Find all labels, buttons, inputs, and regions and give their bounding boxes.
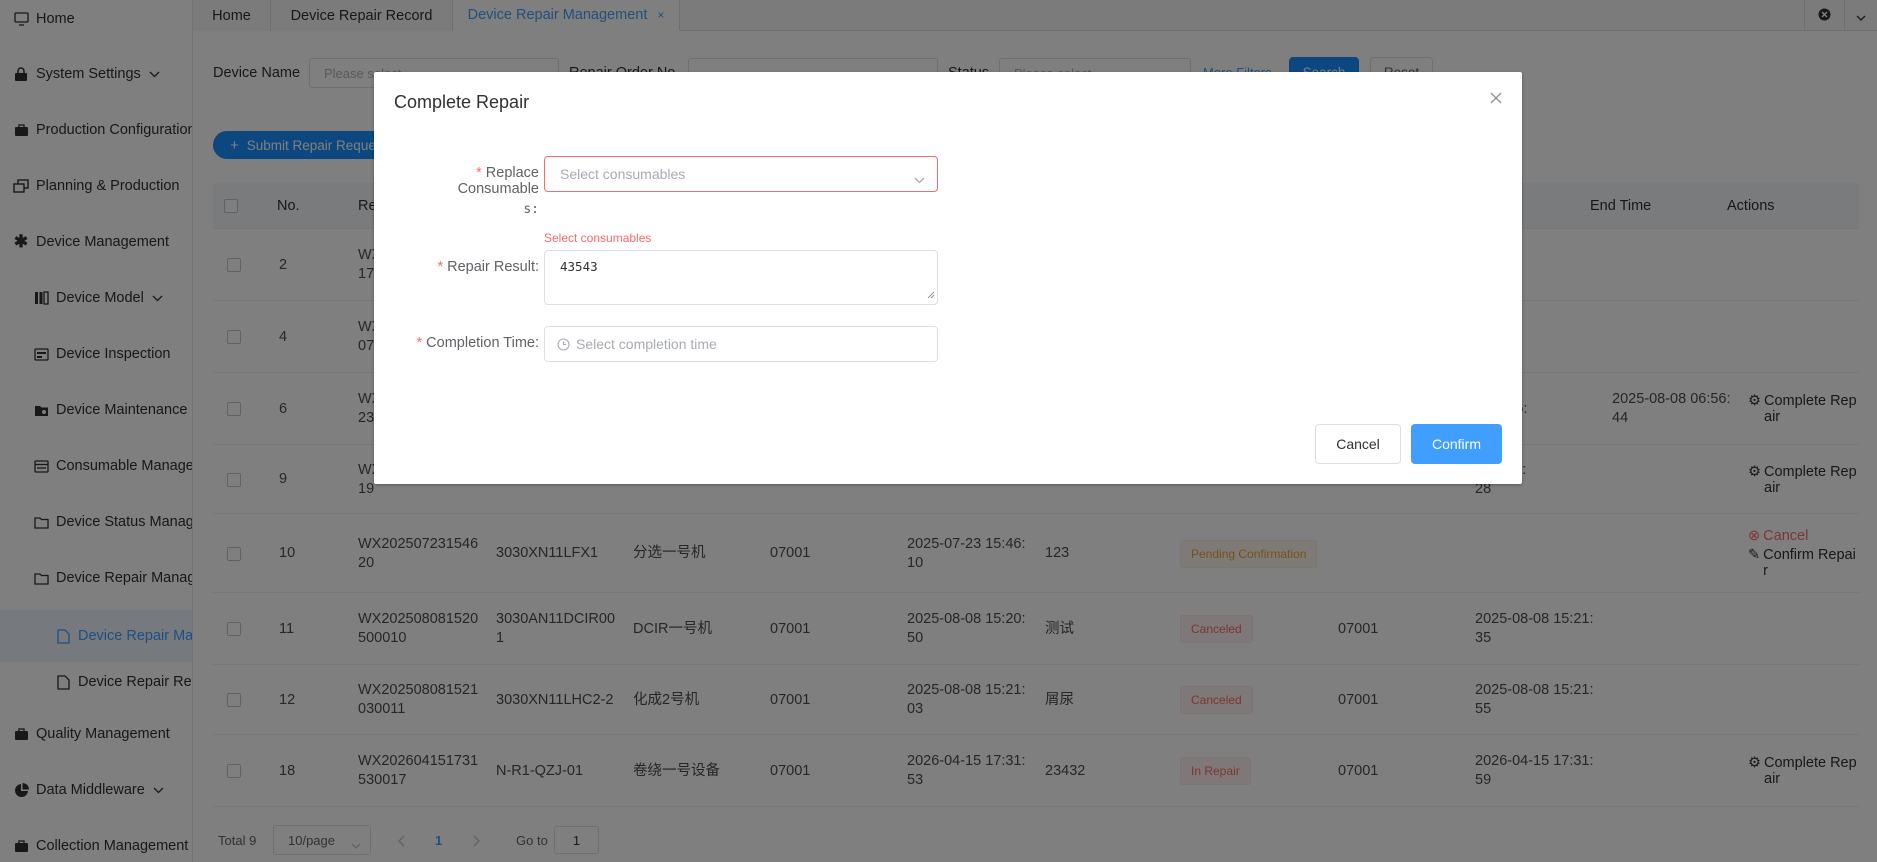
cancel-button[interactable]: Cancel	[1315, 424, 1401, 464]
consumables-select[interactable]: Select consumables	[544, 156, 938, 192]
confirm-button[interactable]: Confirm	[1411, 424, 1502, 464]
consumables-label: * Replace Consumable	[457, 165, 539, 197]
dialog-title: Complete Repair	[394, 92, 530, 112]
close-icon[interactable]	[1488, 90, 1504, 106]
completion-time-picker[interactable]: Select completion time	[544, 326, 938, 362]
consumables-error: Select consumables	[544, 231, 652, 245]
repair-result-label: * Repair Result:	[437, 259, 539, 275]
repair-result-textarea[interactable]: 43543	[544, 250, 938, 305]
chevron-down-icon	[914, 171, 925, 187]
consumables-label-wrap: s:	[523, 202, 539, 217]
resize-handle-icon[interactable]	[927, 287, 935, 302]
clock-icon	[557, 337, 570, 351]
app-root: Home System Settings Production Configur…	[0, 0, 1877, 862]
complete-repair-dialog: Complete Repair * Replace Consumable s: S…	[374, 72, 1522, 484]
completion-time-label: * Completion Time:	[416, 335, 539, 351]
